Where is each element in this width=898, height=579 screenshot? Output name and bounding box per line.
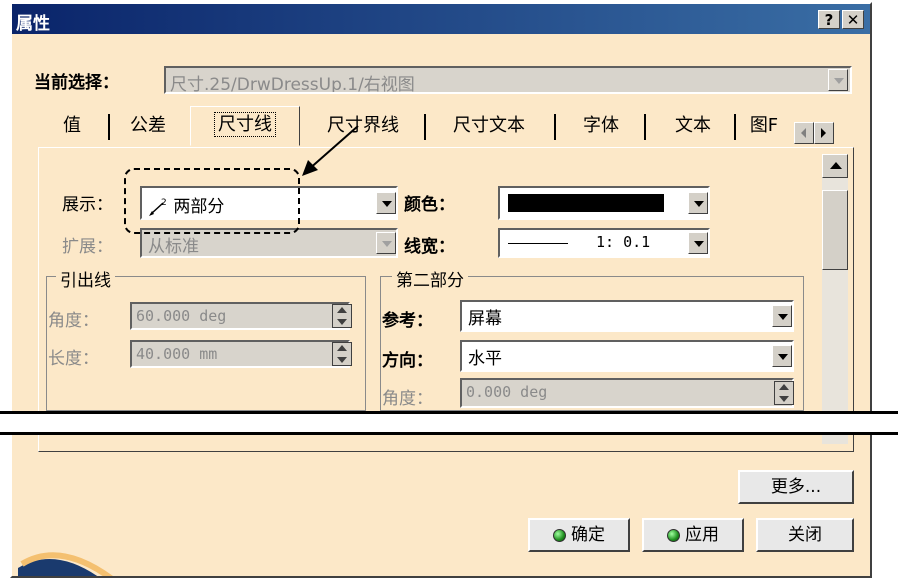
display-label: 展示： — [62, 195, 113, 215]
tab-value[interactable]: 值 — [54, 108, 90, 144]
tab-separator — [424, 114, 426, 140]
direction-select[interactable]: 水平 — [460, 340, 794, 372]
leader-length-value: 40.000 mm — [136, 345, 218, 363]
current-selection-field: 尺寸.25/DrwDressUp.1/右视图 — [164, 66, 852, 94]
direction-label: 方向： — [382, 351, 433, 371]
leader-angle-value: 60.000 deg — [136, 307, 227, 325]
tab-tolerance[interactable]: 公差 — [120, 108, 176, 144]
current-selection-label: 当前选择： — [34, 73, 119, 93]
ok-button-label: 确定 — [571, 525, 605, 545]
figure-cut-line-bottom — [0, 432, 898, 435]
tab-scroll-right-button[interactable] — [814, 122, 834, 144]
help-button[interactable]: ? — [818, 10, 840, 29]
reference-select[interactable]: 屏幕 — [460, 300, 794, 332]
tab-text[interactable]: 文本 — [658, 108, 728, 144]
leader-angle-field: 60.000 deg — [130, 302, 350, 330]
tab-dimension-text-label: 尺寸文本 — [453, 115, 525, 136]
figure-cut-line-top — [0, 411, 898, 414]
apply-indicator-icon — [667, 528, 680, 542]
linewidth-label: 线宽： — [404, 237, 455, 257]
chevron-left-icon — [801, 128, 806, 138]
second-angle-value: 0.000 deg — [466, 383, 548, 401]
display-dropdown-arrow[interactable] — [376, 192, 396, 214]
tab-font[interactable]: 字体 — [566, 108, 636, 144]
color-label: 颜色： — [404, 195, 455, 215]
linewidth-value: 1: 0.1 — [596, 233, 651, 251]
properties-dialog: 属性 ? ✕ 当前选择： 尺寸.25/DrwDressUp.1/右视图 值 公差… — [10, 2, 872, 578]
direction-dropdown-arrow[interactable] — [772, 345, 792, 367]
leader-angle-spinner — [332, 304, 352, 328]
tab-graphic[interactable]: 图F — [738, 108, 790, 144]
title-bar[interactable]: 属性 ? ✕ — [12, 4, 870, 34]
second-part-group-title: 第二部分 — [392, 266, 468, 291]
current-selection-dropdown-arrow — [828, 69, 848, 91]
current-selection-value: 尺寸.25/DrwDressUp.1/右视图 — [170, 75, 415, 94]
tab-scroll-left-button[interactable] — [794, 122, 814, 144]
scroll-thumb[interactable] — [822, 190, 848, 270]
tab-dimension-line[interactable]: 尺寸线 — [190, 106, 300, 146]
close-button[interactable]: 关闭 — [756, 518, 854, 552]
tab-separator — [734, 114, 736, 140]
extend-value: 从标准 — [148, 237, 199, 257]
tab-dimension-line-label: 尺寸线 — [214, 112, 276, 137]
chevron-right-icon — [821, 128, 826, 138]
leader-length-label: 长度： — [48, 349, 99, 369]
leader-length-field: 40.000 mm — [130, 340, 350, 368]
extend-label: 扩展： — [62, 237, 113, 257]
leader-group-title: 引出线 — [56, 266, 115, 291]
linewidth-dropdown-arrow[interactable] — [688, 232, 708, 254]
leader-length-spinner — [332, 342, 352, 366]
second-angle-label: 角度： — [382, 389, 433, 409]
tab-dimension-text[interactable]: 尺寸文本 — [434, 108, 544, 144]
linewidth-sample-line — [508, 243, 568, 244]
panel-scrollbar[interactable] — [822, 154, 848, 444]
tab-value-label: 值 — [63, 115, 81, 136]
direction-value: 水平 — [468, 349, 502, 369]
reference-label: 参考： — [382, 311, 433, 331]
catia-logo-swoosh — [18, 552, 113, 576]
second-angle-spinner — [774, 381, 794, 405]
second-angle-field: 0.000 deg — [460, 378, 794, 408]
tab-font-label: 字体 — [583, 115, 619, 136]
scroll-up-button[interactable] — [822, 154, 848, 178]
window-title: 属性 — [16, 14, 50, 34]
reference-value: 屏幕 — [468, 309, 502, 329]
ok-indicator-icon — [553, 528, 566, 542]
color-dropdown-arrow[interactable] — [688, 192, 708, 214]
tab-graphic-label: 图F — [749, 115, 779, 136]
apply-button-label: 应用 — [685, 525, 719, 545]
reference-dropdown-arrow[interactable] — [772, 305, 792, 327]
linewidth-select[interactable]: 1: 0.1 — [498, 228, 710, 258]
ok-button[interactable]: 确定 — [528, 518, 630, 552]
color-swatch — [508, 194, 664, 212]
annotation-dashed-box — [124, 168, 300, 234]
apply-button[interactable]: 应用 — [642, 518, 744, 552]
annotation-arrow-icon — [302, 125, 359, 176]
more-button[interactable]: 更多... — [738, 470, 854, 504]
extend-dropdown-arrow — [376, 232, 396, 254]
close-window-button[interactable]: ✕ — [842, 10, 864, 29]
leader-angle-label: 角度： — [48, 311, 99, 331]
tab-separator — [644, 114, 646, 140]
color-select[interactable] — [498, 186, 710, 220]
tab-separator — [108, 114, 110, 140]
tab-text-label: 文本 — [675, 115, 711, 136]
tab-separator — [554, 114, 556, 140]
tab-tolerance-label: 公差 — [130, 115, 166, 136]
